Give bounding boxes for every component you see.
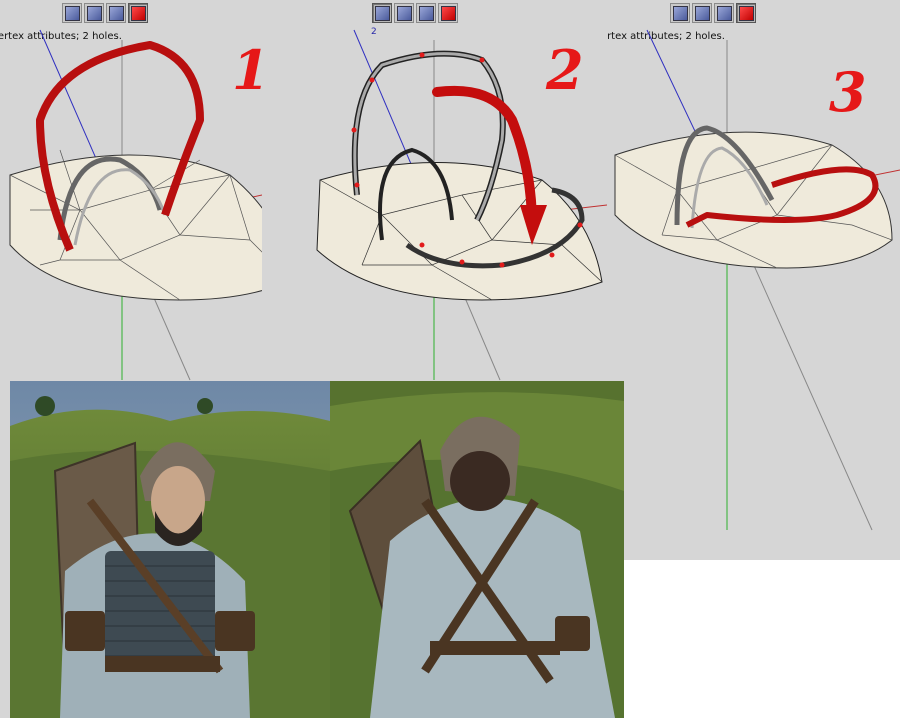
step-label: 1 <box>232 38 262 102</box>
ingame-render-front <box>10 381 330 718</box>
step-label: 2 <box>546 38 584 102</box>
step-label: 3 <box>829 60 867 124</box>
ingame-render-back <box>330 381 624 718</box>
viewport-3[interactable]: vertex attributes; 2 holes. 3 <box>607 0 900 560</box>
